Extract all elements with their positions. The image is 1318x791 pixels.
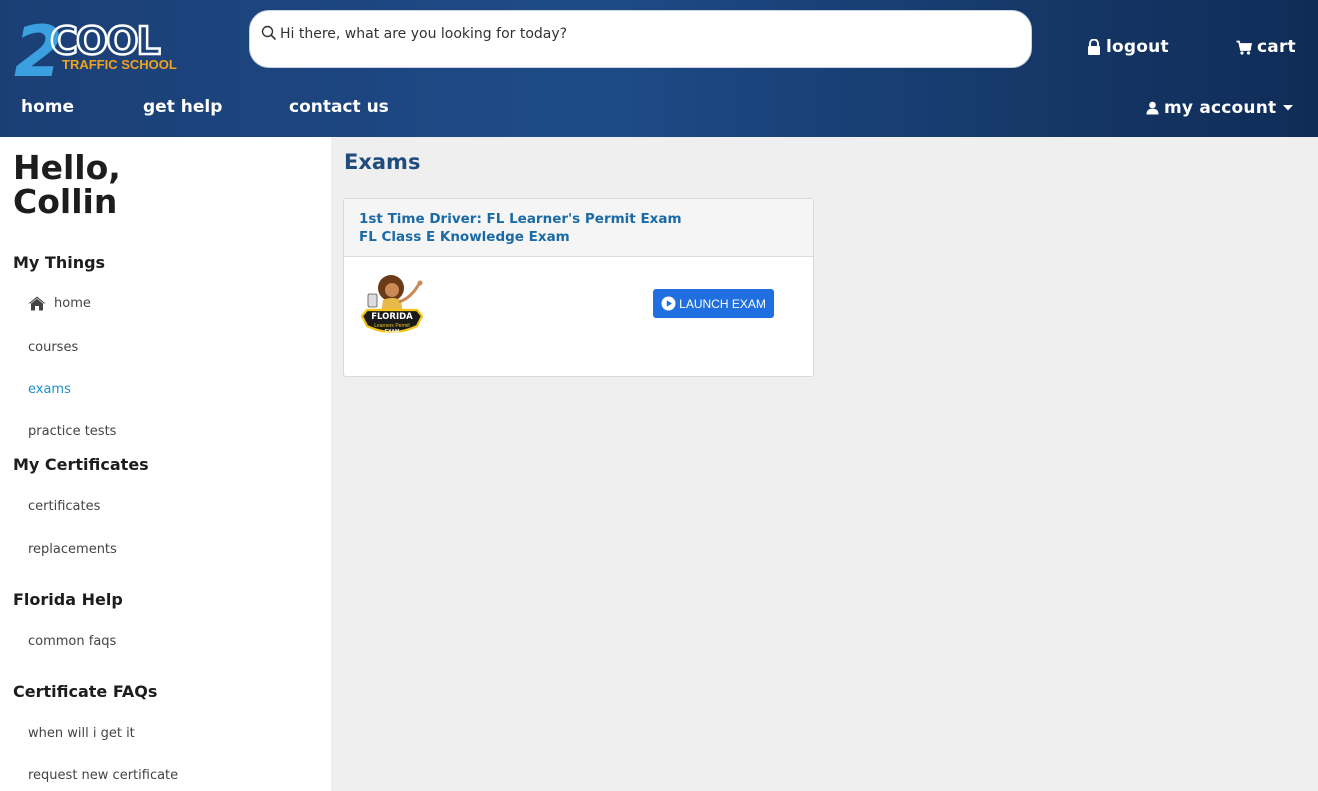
- cart-icon: [1236, 40, 1252, 55]
- site-header: 2 COOL TRAFFIC SCHOOL logout cart home g…: [0, 0, 1318, 137]
- search-icon: [261, 25, 277, 41]
- sidebar-item-common-faqs[interactable]: common faqs: [28, 634, 116, 649]
- launch-exam-label: LAUNCH EXAM: [679, 296, 766, 311]
- sidebar-item-replacements[interactable]: replacements: [28, 542, 117, 557]
- svg-text:TRAFFIC SCHOOL: TRAFFIC SCHOOL: [62, 57, 177, 72]
- launch-exam-button[interactable]: LAUNCH EXAM: [653, 289, 774, 318]
- logout-link[interactable]: logout: [1087, 37, 1169, 57]
- nav-get-help[interactable]: get help: [143, 97, 222, 117]
- sidebar-item-when-will-i-get-it[interactable]: when will i get it: [28, 726, 135, 741]
- exam-title-line-1[interactable]: 1st Time Driver: FL Learner's Permit Exa…: [359, 210, 813, 228]
- svg-text:FLORIDA: FLORIDA: [371, 312, 413, 322]
- greeting-hello: Hello,: [13, 148, 121, 187]
- section-title-my-things: My Things: [13, 253, 106, 272]
- my-account-label: my account: [1164, 98, 1277, 118]
- sidebar: Hello, Collin My Things home courses exa…: [0, 137, 331, 791]
- sidebar-item-practice-tests[interactable]: practice tests: [28, 424, 116, 439]
- exam-card-header: 1st Time Driver: FL Learner's Permit Exa…: [344, 199, 813, 257]
- lock-icon: [1088, 39, 1100, 55]
- play-circle-icon: [661, 296, 676, 311]
- cart-link[interactable]: cart: [1236, 37, 1296, 57]
- section-title-my-certificates: My Certificates: [13, 455, 149, 474]
- sidebar-item-exams[interactable]: exams: [28, 382, 71, 397]
- cart-label: cart: [1257, 37, 1296, 57]
- search-bar[interactable]: [249, 10, 1032, 68]
- site-logo[interactable]: 2 COOL TRAFFIC SCHOOL: [14, 14, 186, 80]
- user-icon: [1146, 101, 1159, 115]
- home-icon: [28, 296, 46, 311]
- greeting: Hello, Collin: [13, 151, 121, 219]
- caret-down-icon: [1283, 105, 1294, 111]
- exam-card: 1st Time Driver: FL Learner's Permit Exa…: [343, 198, 814, 377]
- nav-home[interactable]: home: [21, 97, 74, 117]
- page-title: Exams: [344, 150, 421, 174]
- sidebar-item-home[interactable]: home: [28, 296, 91, 311]
- search-input[interactable]: [280, 24, 980, 44]
- sidebar-item-label: home: [54, 296, 91, 311]
- sidebar-item-certificates[interactable]: certificates: [28, 499, 100, 514]
- svg-text:EXAM: EXAM: [385, 329, 399, 335]
- section-title-certificate-faqs: Certificate FAQs: [13, 682, 158, 701]
- sidebar-item-courses[interactable]: courses: [28, 340, 78, 355]
- greeting-name: Collin: [13, 182, 118, 221]
- section-title-florida-help: Florida Help: [13, 590, 123, 609]
- logout-label: logout: [1106, 37, 1169, 57]
- florida-permit-exam-image: FLORIDA Learners Permit EXAM: [360, 275, 424, 335]
- my-account-dropdown[interactable]: my account: [1146, 98, 1294, 118]
- nav-contact-us[interactable]: contact us: [289, 97, 389, 117]
- sidebar-item-request-new-certificate[interactable]: request new certificate: [28, 768, 178, 783]
- exam-title-line-2[interactable]: FL Class E Knowledge Exam: [359, 228, 813, 246]
